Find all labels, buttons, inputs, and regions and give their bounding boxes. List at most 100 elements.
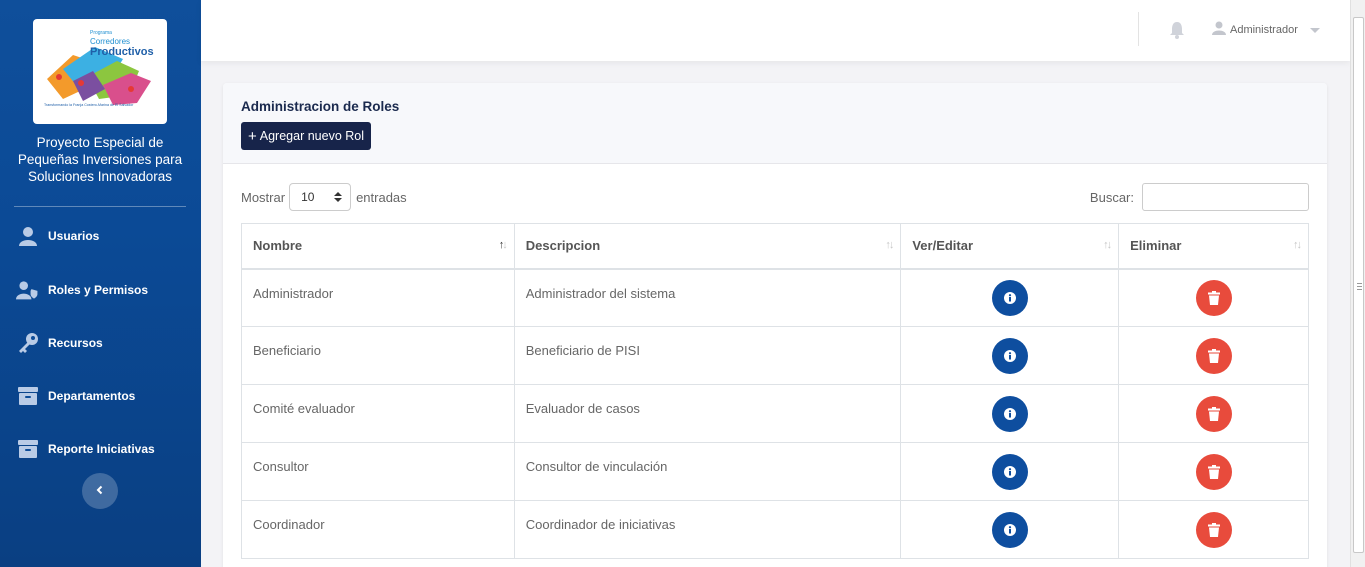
cell-eliminar <box>1118 384 1309 443</box>
delete-button[interactable] <box>1195 395 1232 432</box>
caret-down-icon <box>1309 21 1320 39</box>
topbar: Administrador <box>201 0 1350 61</box>
view-edit-button[interactable] <box>991 395 1028 432</box>
view-edit-button[interactable] <box>991 453 1028 490</box>
cell-descripcion: Evaluador de casos <box>513 384 902 443</box>
svg-text:Programa: Programa <box>90 30 112 36</box>
table-row: Consultor Consultor de vinculación <box>241 442 1309 501</box>
table-row: Beneficiario Beneficiario de PISI <box>241 326 1309 385</box>
column-header-descripcion[interactable]: Descripcion ↑↓ <box>513 223 902 270</box>
sidebar-item-recursos[interactable]: Recursos <box>0 323 201 363</box>
sort-asc-icon: ↑↓ <box>498 239 508 251</box>
archive-icon <box>16 385 40 407</box>
cell-ver-editar <box>900 500 1120 559</box>
archive-icon <box>16 438 40 460</box>
column-header-label: Ver/Editar <box>912 238 974 254</box>
select-arrows-icon <box>334 191 343 206</box>
sort-icon: ↑↓ <box>1103 239 1112 251</box>
svg-text:Transformando la Franja Coster: Transformando la Franja Costero-Marina d… <box>44 103 134 107</box>
info-icon <box>1003 465 1016 478</box>
sidebar-collapse-button[interactable] <box>82 473 118 509</box>
grip-icon <box>1357 283 1362 290</box>
svg-text:Productivos: Productivos <box>90 46 154 58</box>
bell-icon[interactable] <box>1169 21 1185 39</box>
sidebar-item-reporte-iniciativas[interactable]: Reporte Iniciativas <box>0 429 201 469</box>
sidebar-divider <box>14 206 186 207</box>
table-row: Coordinador Coordinador de iniciativas <box>241 500 1309 559</box>
cell-nombre: Consultor <box>241 442 515 501</box>
delete-button[interactable] <box>1195 337 1232 374</box>
column-header-label: Eliminar <box>1130 238 1182 254</box>
cell-ver-editar <box>900 268 1120 327</box>
chevron-left-icon <box>95 482 105 500</box>
sidebar-item-label: Reporte Iniciativas <box>48 442 155 456</box>
cell-descripcion: Beneficiario de PISI <box>513 326 902 385</box>
cell-descripcion: Consultor de vinculación <box>513 442 902 501</box>
cell-nombre: Coordinador <box>241 500 515 559</box>
sidebar: Programa Corredores Productivos Transfor… <box>0 0 201 567</box>
cell-eliminar <box>1118 442 1309 501</box>
cell-eliminar <box>1118 268 1309 327</box>
key-icon <box>16 332 40 354</box>
column-header-label: Nombre <box>253 238 303 254</box>
show-label: Mostrar <box>241 189 286 205</box>
delete-button[interactable] <box>1195 511 1232 548</box>
cell-nombre: Beneficiario <box>241 326 515 385</box>
card-header: Administracion de Roles + Agregar nuevo … <box>223 83 1327 164</box>
cell-ver-editar <box>900 442 1120 501</box>
cell-descripcion: Coordinador de iniciativas <box>513 500 902 559</box>
info-icon <box>1003 523 1016 536</box>
cell-descripcion: Administrador del sistema <box>513 268 902 327</box>
column-header-nombre[interactable]: Nombre ↑↓ <box>241 223 515 270</box>
sort-icon: ↑↓ <box>885 239 894 251</box>
sidebar-item-label: Roles y Permisos <box>48 283 149 297</box>
delete-button[interactable] <box>1195 453 1232 490</box>
view-edit-button[interactable] <box>991 337 1028 374</box>
page-scrollbar[interactable] <box>1350 0 1365 567</box>
trash-icon <box>1207 406 1220 421</box>
sidebar-item-departamentos[interactable]: Departamentos <box>0 376 201 416</box>
view-edit-button[interactable] <box>991 279 1028 316</box>
sort-icon: ↑↓ <box>1293 239 1302 251</box>
column-header-ver-editar[interactable]: Ver/Editar ↑↓ <box>900 223 1120 270</box>
roles-card: Administracion de Roles + Agregar nuevo … <box>223 83 1327 567</box>
sidebar-item-roles-permisos[interactable]: Roles y Permisos <box>0 270 201 310</box>
trash-icon <box>1207 290 1220 305</box>
view-edit-button[interactable] <box>991 511 1028 548</box>
program-logo[interactable]: Programa Corredores Productivos Transfor… <box>33 19 167 124</box>
user-icon <box>16 225 40 247</box>
cell-nombre: Comité evaluador <box>241 384 515 443</box>
table-row: Administrador Administrador del sistema <box>241 268 1309 327</box>
user-menu[interactable]: Administrador <box>1212 20 1320 40</box>
search-control: Buscar: <box>1090 183 1309 211</box>
svg-text:Corredores: Corredores <box>90 37 130 46</box>
add-role-label: Agregar nuevo Rol <box>259 129 364 143</box>
sidebar-item-usuarios[interactable]: Usuarios <box>0 216 201 256</box>
search-input[interactable] <box>1142 183 1309 211</box>
user-icon <box>1212 21 1226 40</box>
cell-eliminar <box>1118 500 1309 559</box>
search-label: Buscar: <box>1089 189 1134 205</box>
table-row: Comité evaluador Evaluador de casos <box>241 384 1309 443</box>
cell-eliminar <box>1118 326 1309 385</box>
trash-icon <box>1207 464 1220 479</box>
add-role-button[interactable]: + Agregar nuevo Rol <box>241 122 371 150</box>
user-name: Administrador <box>1230 24 1298 36</box>
info-icon <box>1003 407 1016 420</box>
cell-nombre: Administrador <box>241 268 515 327</box>
info-icon <box>1003 291 1016 304</box>
roles-table: Nombre ↑↓ Descripcion ↑↓ Ver/Editar ↑↓ E… <box>241 223 1309 559</box>
user-shield-icon <box>16 279 40 301</box>
info-icon <box>1003 349 1016 362</box>
scrollbar-thumb[interactable] <box>1353 17 1364 553</box>
delete-button[interactable] <box>1195 279 1232 316</box>
project-name: Proyecto Especial de Pequeñas Inversione… <box>17 135 183 184</box>
column-header-eliminar[interactable]: Eliminar ↑↓ <box>1118 223 1309 270</box>
trash-icon <box>1207 348 1220 363</box>
entries-select[interactable]: 10 <box>289 183 352 211</box>
column-header-label: Descripcion <box>525 238 601 254</box>
page-title: Administracion de Roles <box>241 99 400 114</box>
entries-length-control: Mostrar 10 entradas <box>241 183 407 211</box>
sidebar-item-label: Usuarios <box>48 229 100 243</box>
trash-icon <box>1207 522 1220 537</box>
